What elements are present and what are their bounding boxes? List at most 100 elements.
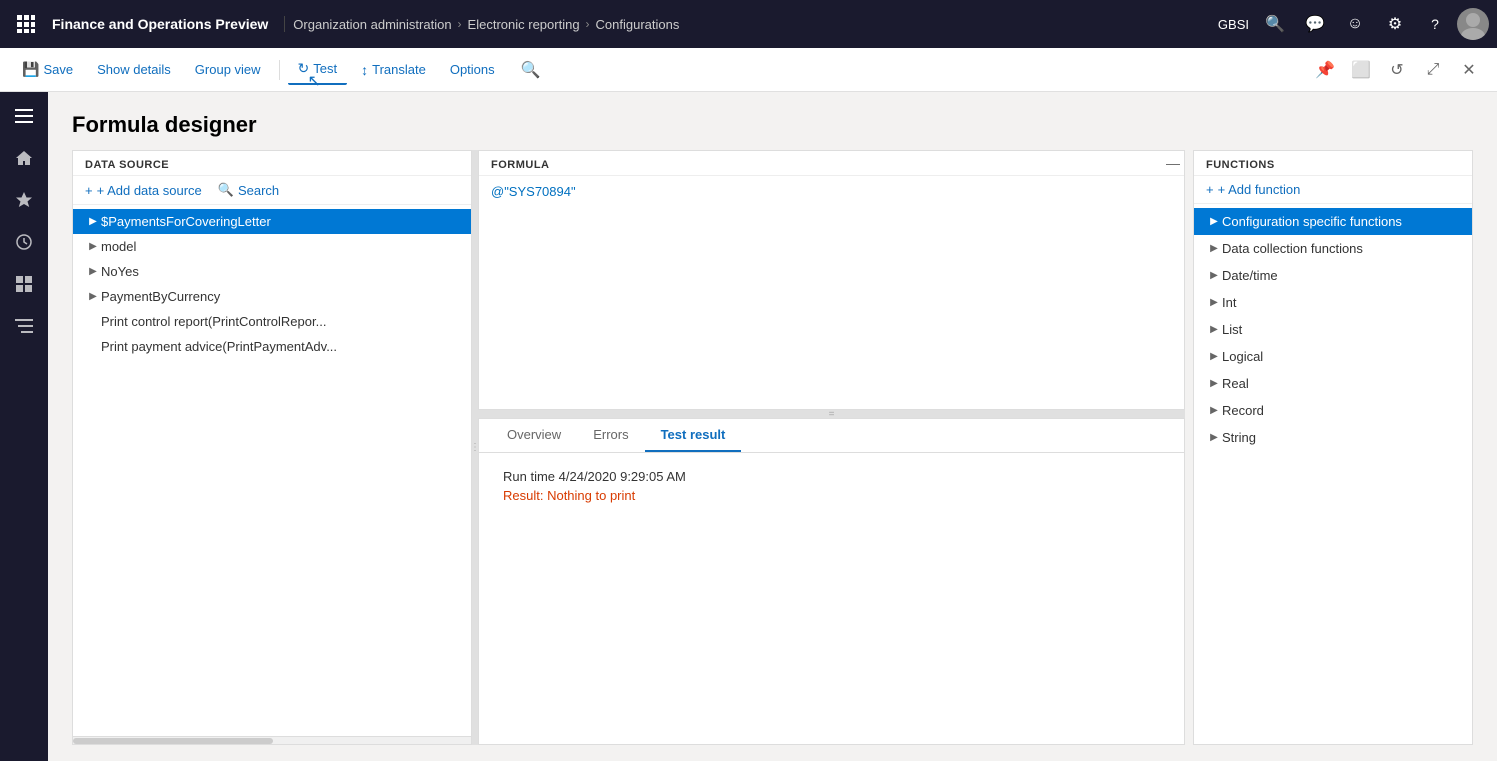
search-icon: 🔍	[218, 182, 234, 198]
popout-icon-btn[interactable]: ⤢	[1417, 54, 1449, 86]
show-details-button[interactable]: Show details	[87, 56, 181, 83]
tree-item-label: PaymentByCurrency	[101, 289, 459, 304]
function-tree-item[interactable]: ▶ List	[1194, 316, 1472, 343]
breadcrumb-org-admin[interactable]: Organization administration	[293, 17, 451, 32]
page-title: Formula designer	[72, 112, 1473, 138]
breadcrumb: Organization administration › Electronic…	[293, 17, 1218, 32]
fn-chevron-icon: ▶	[1206, 378, 1222, 389]
content-area: Formula designer DATA SOURCE + + Add dat…	[48, 92, 1497, 761]
pin-icon-btn[interactable]: 📌	[1309, 54, 1341, 86]
run-time-value: 4/24/2020 9:29:05 AM	[559, 469, 686, 484]
add-function-button[interactable]: + + Add function	[1194, 176, 1472, 204]
formula-content[interactable]: @"SYS70894"	[479, 176, 1184, 409]
fn-chevron-icon: ▶	[1206, 405, 1222, 416]
options-button[interactable]: Options	[440, 56, 505, 83]
datasource-toolbar: + + Add data source 🔍 Search	[73, 176, 471, 205]
fn-chevron-icon: ▶	[1206, 324, 1222, 335]
cmdbar-right-actions: 📌 ⬜ ↺ ⤢ ✕	[1309, 54, 1485, 86]
refresh-icon: ↻	[298, 60, 310, 77]
datasource-tree-item[interactable]: ▶ $PaymentsForCoveringLetter	[73, 209, 471, 234]
result-label: Result:	[503, 488, 547, 503]
topbar-right: GBSI 🔍 💬 ☺ ⚙ ?	[1218, 6, 1489, 42]
translate-button[interactable]: ↕ Translate	[351, 56, 436, 84]
fn-chevron-icon: ▶	[1206, 351, 1222, 362]
close-icon-btn[interactable]: ✕	[1453, 54, 1485, 86]
datasource-scrollbar[interactable]	[73, 736, 471, 744]
main-layout: Formula designer DATA SOURCE + + Add dat…	[0, 92, 1497, 761]
designer-layout: DATA SOURCE + + Add data source 🔍 Search…	[48, 150, 1497, 761]
save-label: Save	[43, 62, 73, 77]
tree-item-label: $PaymentsForCoveringLetter	[101, 214, 459, 229]
group-view-button[interactable]: Group view	[185, 56, 271, 83]
datasource-scrollbar-thumb	[73, 738, 273, 744]
function-tree-item[interactable]: ▶ Configuration specific functions	[1194, 208, 1472, 235]
tree-chevron-icon: ▶	[85, 241, 101, 252]
formula-collapse-btn[interactable]: —	[1166, 155, 1180, 171]
bottom-tab-errors[interactable]: Errors	[577, 419, 644, 452]
sidebar-item-favorites[interactable]	[4, 180, 44, 220]
function-tree-item[interactable]: ▶ Record	[1194, 397, 1472, 424]
reload-icon-btn[interactable]: ↺	[1381, 54, 1413, 86]
add-icon: +	[85, 183, 93, 198]
show-details-label: Show details	[97, 62, 171, 77]
smiley-icon-btn[interactable]: ☺	[1337, 6, 1373, 42]
fn-chevron-icon: ▶	[1206, 297, 1222, 308]
fn-item-label: Data collection functions	[1222, 241, 1460, 256]
test-button[interactable]: ↻ Test ↖	[288, 54, 348, 85]
function-tree-item[interactable]: ▶ Int	[1194, 289, 1472, 316]
tree-chevron-icon: ▶	[85, 266, 101, 277]
function-tree-item[interactable]: ▶ Data collection functions	[1194, 235, 1472, 262]
page-title-bar: Formula designer	[48, 92, 1497, 150]
sidebar-item-workspaces[interactable]	[4, 264, 44, 304]
chat-icon-btn[interactable]: 💬	[1297, 6, 1333, 42]
sidebar-item-recent[interactable]	[4, 222, 44, 262]
result-value: Nothing to print	[547, 488, 635, 503]
function-tree-item[interactable]: ▶ Logical	[1194, 343, 1472, 370]
search-datasource-button[interactable]: 🔍 Search	[218, 182, 279, 198]
sidebar-item-home[interactable]	[4, 138, 44, 178]
cmdbar-search-icon[interactable]: 🔍	[513, 52, 549, 88]
function-tree-item[interactable]: ▶ String	[1194, 424, 1472, 451]
breadcrumb-sep-2: ›	[586, 17, 590, 31]
app-grid-icon[interactable]	[8, 6, 44, 42]
datasource-tree-item[interactable]: ▶ PaymentByCurrency	[73, 284, 471, 309]
datasource-header: DATA SOURCE	[73, 151, 471, 176]
function-tree-item[interactable]: ▶ Real	[1194, 370, 1472, 397]
save-button[interactable]: 💾 Save	[12, 55, 83, 84]
tree-item-label: model	[101, 239, 459, 254]
options-label: Options	[450, 62, 495, 77]
fn-chevron-icon: ▶	[1206, 243, 1222, 254]
sidebar-item-menu[interactable]	[4, 96, 44, 136]
datasource-tree-item[interactable]: Print control report(PrintControlRepor..…	[73, 309, 471, 334]
translate-label: Translate	[372, 62, 426, 77]
datasource-tree-item[interactable]: Print payment advice(PrintPaymentAdv...	[73, 334, 471, 359]
datasource-tree-item[interactable]: ▶ model	[73, 234, 471, 259]
function-tree-item[interactable]: ▶ Date/time	[1194, 262, 1472, 289]
datasource-tree-item[interactable]: ▶ NoYes	[73, 259, 471, 284]
sidebar-item-modules[interactable]	[4, 306, 44, 346]
bottom-tab-test-result[interactable]: Test result	[645, 419, 742, 452]
fn-item-label: String	[1222, 430, 1460, 445]
settings-icon-btn[interactable]: ⚙	[1377, 6, 1413, 42]
tree-item-label: Print control report(PrintControlRepor..…	[101, 314, 459, 329]
breadcrumb-electronic-reporting[interactable]: Electronic reporting	[468, 17, 580, 32]
tree-item-label: Print payment advice(PrintPaymentAdv...	[101, 339, 459, 354]
bottom-tab-overview[interactable]: Overview	[491, 419, 577, 452]
functions-tree: ▶ Configuration specific functions ▶ Dat…	[1194, 204, 1472, 744]
formula-resizer[interactable]: =	[478, 410, 1185, 418]
add-datasource-button[interactable]: + + Add data source	[85, 183, 202, 198]
search-icon-btn[interactable]: 🔍	[1257, 6, 1293, 42]
breadcrumb-configurations[interactable]: Configurations	[596, 17, 680, 32]
help-icon-btn[interactable]: ?	[1417, 6, 1453, 42]
functions-panel: FUNCTIONS + + Add function ▶ Configurati…	[1193, 150, 1473, 745]
tree-item-label: NoYes	[101, 264, 459, 279]
formula-header: FORMULA	[479, 151, 1184, 176]
breadcrumb-sep-1: ›	[458, 17, 462, 31]
datasource-panel: DATA SOURCE + + Add data source 🔍 Search…	[72, 150, 472, 745]
fn-item-label: Record	[1222, 403, 1460, 418]
formula-value: @"SYS70894"	[491, 184, 576, 199]
app-title: Finance and Operations Preview	[44, 16, 285, 32]
expand-icon-btn[interactable]: ⬜	[1345, 54, 1377, 86]
avatar[interactable]	[1457, 8, 1489, 40]
fn-item-label: Real	[1222, 376, 1460, 391]
